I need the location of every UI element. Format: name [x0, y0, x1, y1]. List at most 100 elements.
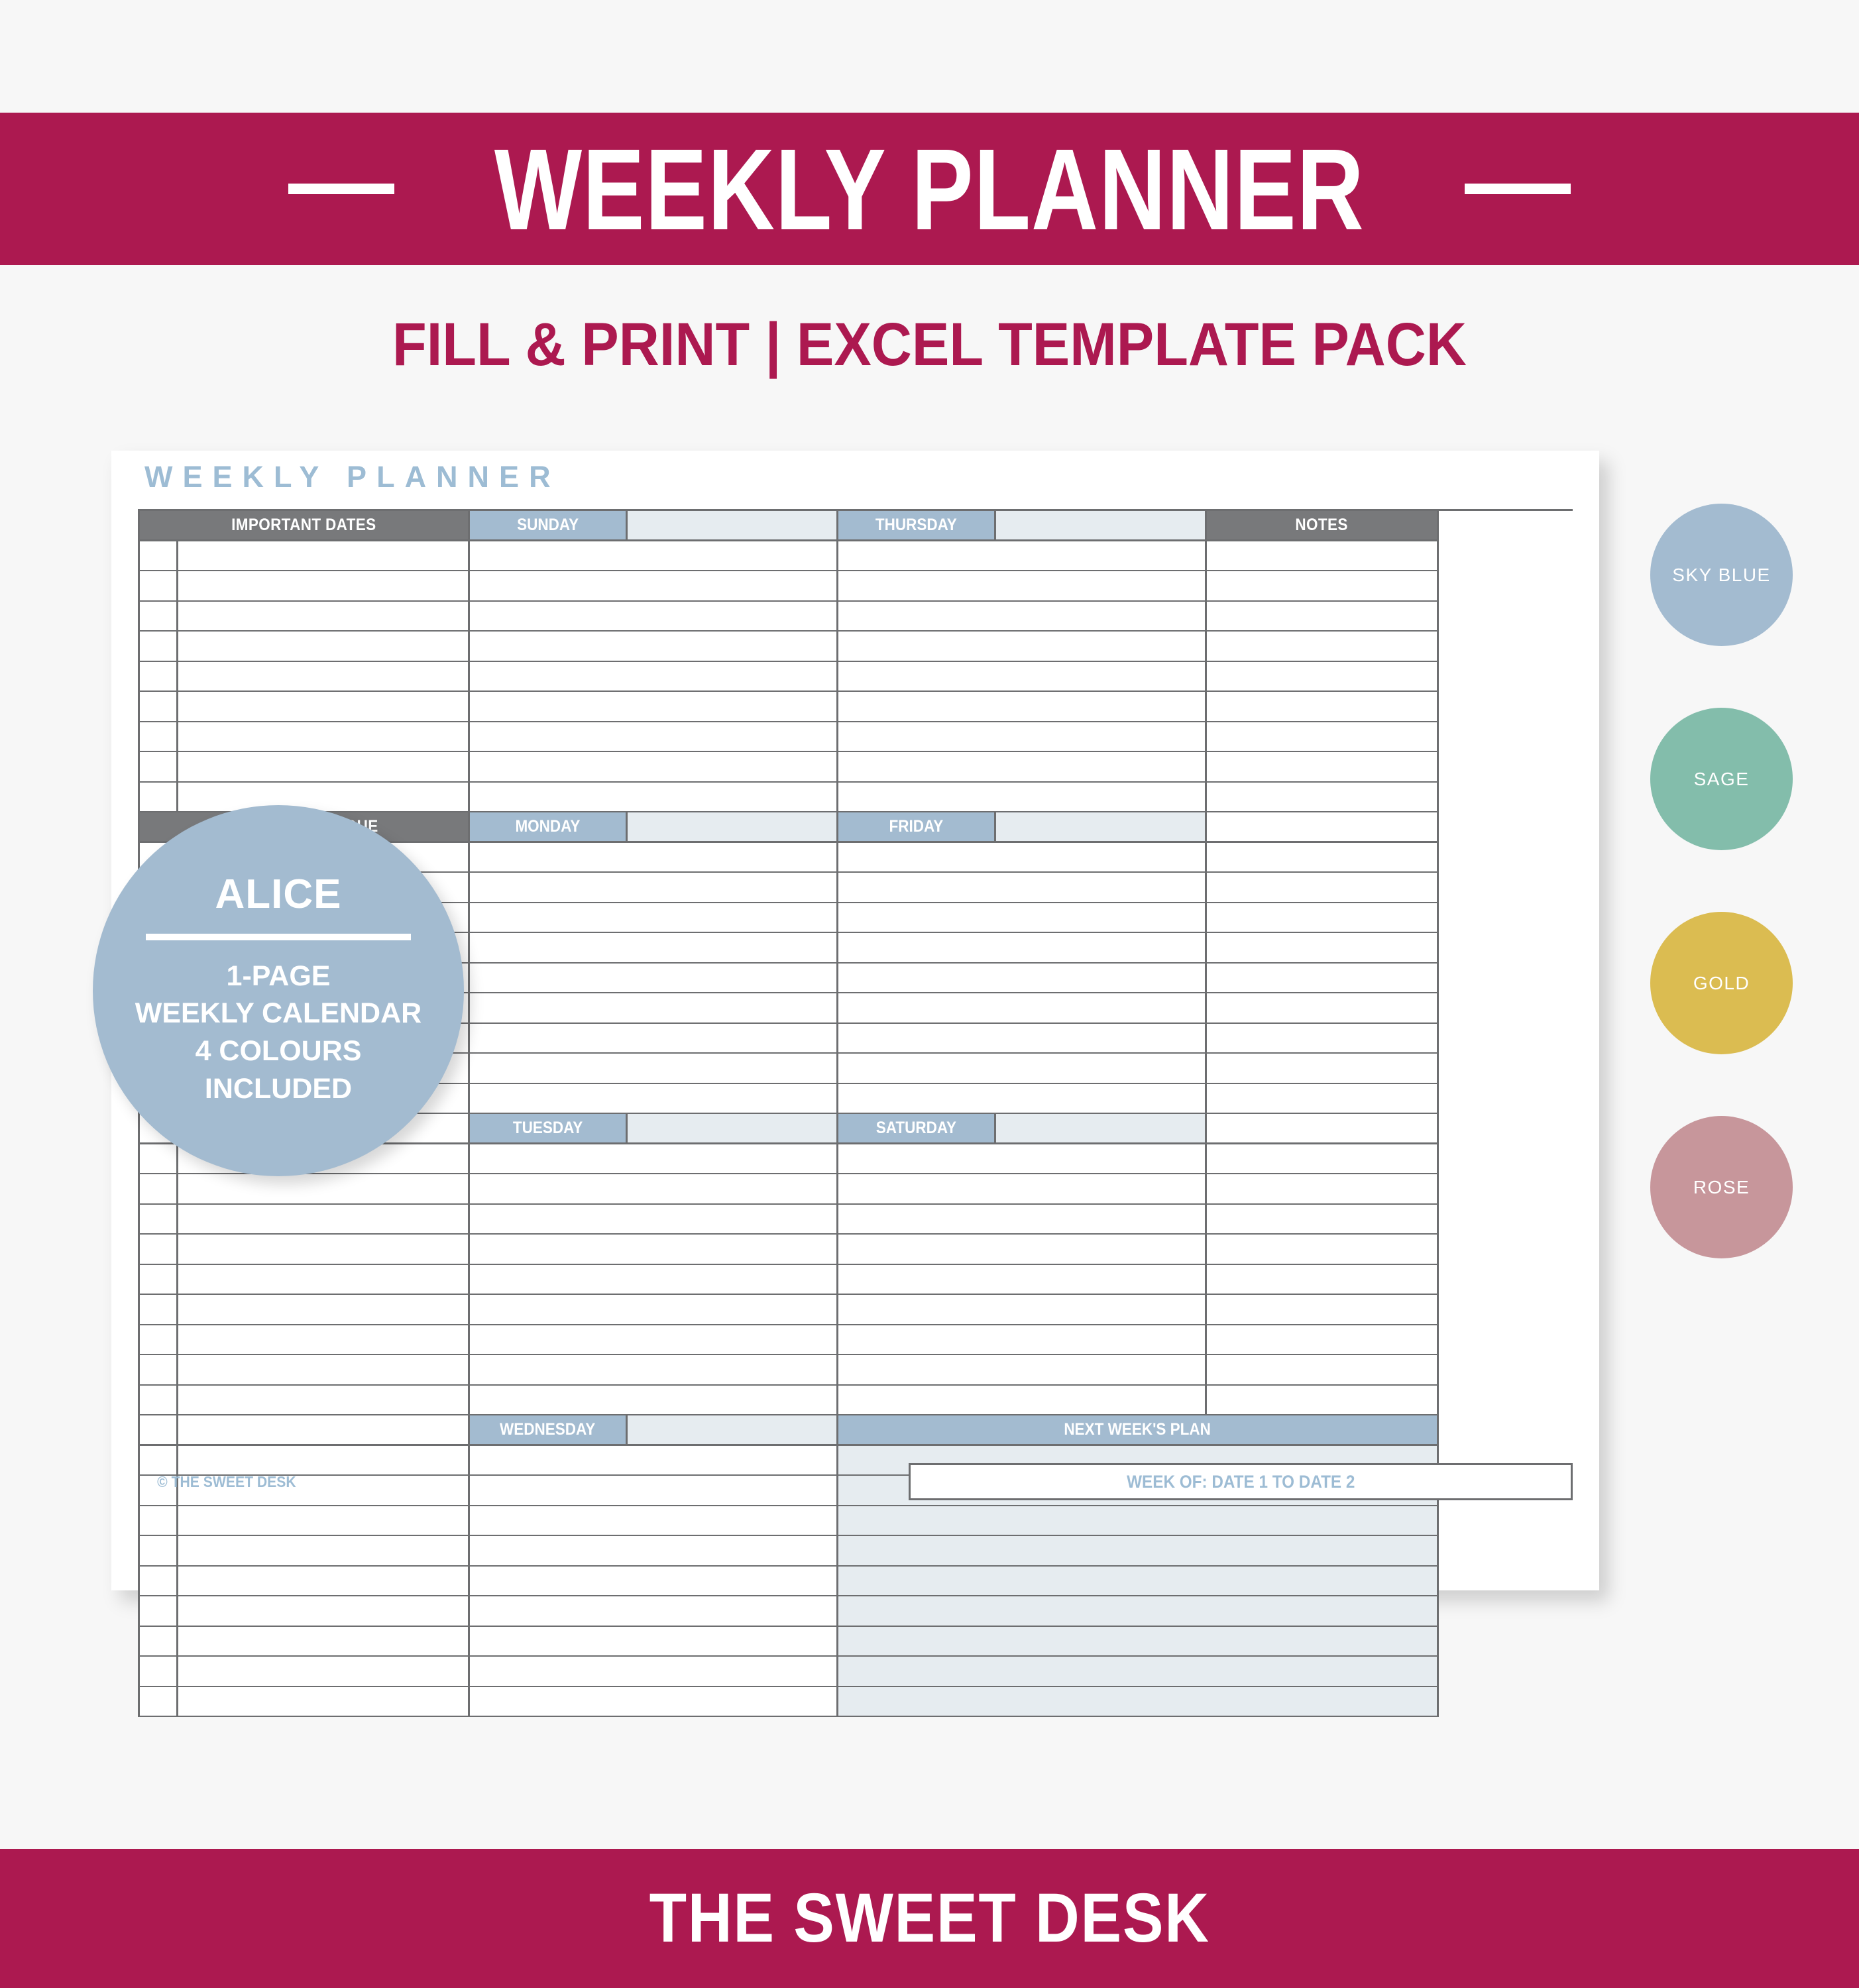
row-day-entry-a[interactable]: [470, 1174, 838, 1205]
day-date-field-a[interactable]: [628, 1114, 838, 1144]
notes-entry[interactable]: [1207, 1264, 1439, 1295]
row-day-entry-a[interactable]: [470, 1264, 838, 1295]
row-checkbox-cell[interactable]: [140, 782, 178, 812]
row-checkbox-cell[interactable]: [140, 601, 178, 632]
row-checkbox-cell[interactable]: [140, 1566, 178, 1596]
notes-entry[interactable]: [1207, 541, 1439, 571]
row-day-entry-b[interactable]: [838, 1325, 1207, 1355]
notes-entry[interactable]: [1207, 903, 1439, 933]
row-left-entry[interactable]: [178, 1385, 470, 1415]
row-checkbox-cell[interactable]: [140, 692, 178, 722]
row-day-entry-b[interactable]: [838, 752, 1207, 783]
row-left-entry[interactable]: [178, 541, 470, 571]
row-day-entry-a[interactable]: [470, 993, 838, 1024]
row-day-entry-b[interactable]: [838, 1355, 1207, 1386]
row-left-entry[interactable]: [178, 571, 470, 602]
row-day-entry-b[interactable]: [838, 722, 1207, 752]
row-checkbox-cell[interactable]: [140, 1355, 178, 1386]
notes-cell[interactable]: [1207, 812, 1439, 843]
row-day-entry-b[interactable]: [838, 1023, 1207, 1054]
day-date-field-a[interactable]: [628, 1415, 838, 1446]
next-week-plan-entry[interactable]: [838, 1536, 1439, 1567]
row-day-entry-b[interactable]: [838, 1144, 1207, 1174]
row-left-entry[interactable]: [178, 1235, 470, 1265]
row-checkbox-cell[interactable]: [140, 1264, 178, 1295]
notes-entry[interactable]: [1207, 993, 1439, 1024]
row-left-entry[interactable]: [178, 1657, 470, 1687]
notes-entry[interactable]: [1207, 692, 1439, 722]
row-day-entry-a[interactable]: [470, 782, 838, 812]
row-checkbox-cell[interactable]: [140, 1235, 178, 1265]
day-date-field-b[interactable]: [996, 511, 1207, 541]
notes-entry[interactable]: [1207, 1235, 1439, 1265]
notes-cell[interactable]: [1207, 1114, 1439, 1144]
row-left-entry[interactable]: [178, 1295, 470, 1325]
row-day-entry-a[interactable]: [470, 632, 838, 662]
next-week-plan-entry[interactable]: [838, 1506, 1439, 1536]
notes-entry[interactable]: [1207, 873, 1439, 903]
row-day-entry-b[interactable]: [838, 873, 1207, 903]
notes-entry[interactable]: [1207, 1083, 1439, 1114]
row-day-entry-b[interactable]: [838, 1054, 1207, 1084]
row-checkbox-cell[interactable]: [140, 661, 178, 692]
row-checkbox-cell[interactable]: [140, 632, 178, 662]
row-day-entry-a[interactable]: [470, 601, 838, 632]
row-left-entry[interactable]: [178, 1566, 470, 1596]
row-left-entry[interactable]: [178, 722, 470, 752]
row-checkbox-cell[interactable]: [140, 1295, 178, 1325]
notes-entry[interactable]: [1207, 842, 1439, 873]
notes-entry[interactable]: [1207, 1385, 1439, 1415]
row-checkbox-cell[interactable]: [140, 1174, 178, 1205]
row-left-entry[interactable]: [178, 1355, 470, 1386]
row-day-entry-a[interactable]: [470, 1686, 838, 1717]
row-day-entry-a[interactable]: [470, 1144, 838, 1174]
notes-entry[interactable]: [1207, 722, 1439, 752]
notes-entry[interactable]: [1207, 1054, 1439, 1084]
row-left-entry[interactable]: [178, 632, 470, 662]
row-day-entry-a[interactable]: [470, 541, 838, 571]
row-checkbox-cell[interactable]: [140, 1144, 178, 1174]
row-day-entry-a[interactable]: [470, 873, 838, 903]
row-left-entry[interactable]: [178, 1686, 470, 1717]
row-checkbox-cell[interactable]: [140, 1325, 178, 1355]
section-left-blank[interactable]: [178, 1415, 470, 1446]
row-checkbox-cell[interactable]: [140, 1506, 178, 1536]
row-day-entry-a[interactable]: [470, 692, 838, 722]
row-day-entry-b[interactable]: [838, 903, 1207, 933]
row-day-entry-a[interactable]: [470, 1657, 838, 1687]
row-day-entry-b[interactable]: [838, 541, 1207, 571]
row-day-entry-a[interactable]: [470, 1295, 838, 1325]
row-day-entry-a[interactable]: [470, 1566, 838, 1596]
row-day-entry-b[interactable]: [838, 963, 1207, 993]
day-date-field-b[interactable]: [996, 812, 1207, 843]
row-day-entry-a[interactable]: [470, 1355, 838, 1386]
notes-entry[interactable]: [1207, 752, 1439, 783]
row-day-entry-a[interactable]: [470, 1204, 838, 1235]
row-day-entry-a[interactable]: [470, 752, 838, 783]
row-left-entry[interactable]: [178, 1626, 470, 1657]
row-day-entry-a[interactable]: [470, 1506, 838, 1536]
row-checkbox-cell[interactable]: [140, 1536, 178, 1567]
row-day-entry-b[interactable]: [838, 601, 1207, 632]
row-left-entry[interactable]: [178, 1174, 470, 1205]
row-day-entry-a[interactable]: [470, 963, 838, 993]
next-week-plan-entry[interactable]: [838, 1596, 1439, 1627]
row-day-entry-b[interactable]: [838, 933, 1207, 964]
row-day-entry-b[interactable]: [838, 1083, 1207, 1114]
row-day-entry-b[interactable]: [838, 1235, 1207, 1265]
row-left-entry[interactable]: [178, 661, 470, 692]
row-day-entry-a[interactable]: [470, 722, 838, 752]
row-checkbox-cell[interactable]: [140, 1657, 178, 1687]
row-checkbox-cell[interactable]: [140, 1596, 178, 1627]
row-day-entry-a[interactable]: [470, 1536, 838, 1567]
row-day-entry-a[interactable]: [470, 571, 838, 602]
row-day-entry-b[interactable]: [838, 1204, 1207, 1235]
notes-entry[interactable]: [1207, 933, 1439, 964]
notes-entry[interactable]: [1207, 782, 1439, 812]
row-day-entry-b[interactable]: [838, 1385, 1207, 1415]
row-left-entry[interactable]: [178, 1264, 470, 1295]
row-checkbox-cell[interactable]: [140, 752, 178, 783]
row-day-entry-b[interactable]: [838, 571, 1207, 602]
row-day-entry-a[interactable]: [470, 1626, 838, 1657]
row-day-entry-b[interactable]: [838, 1295, 1207, 1325]
